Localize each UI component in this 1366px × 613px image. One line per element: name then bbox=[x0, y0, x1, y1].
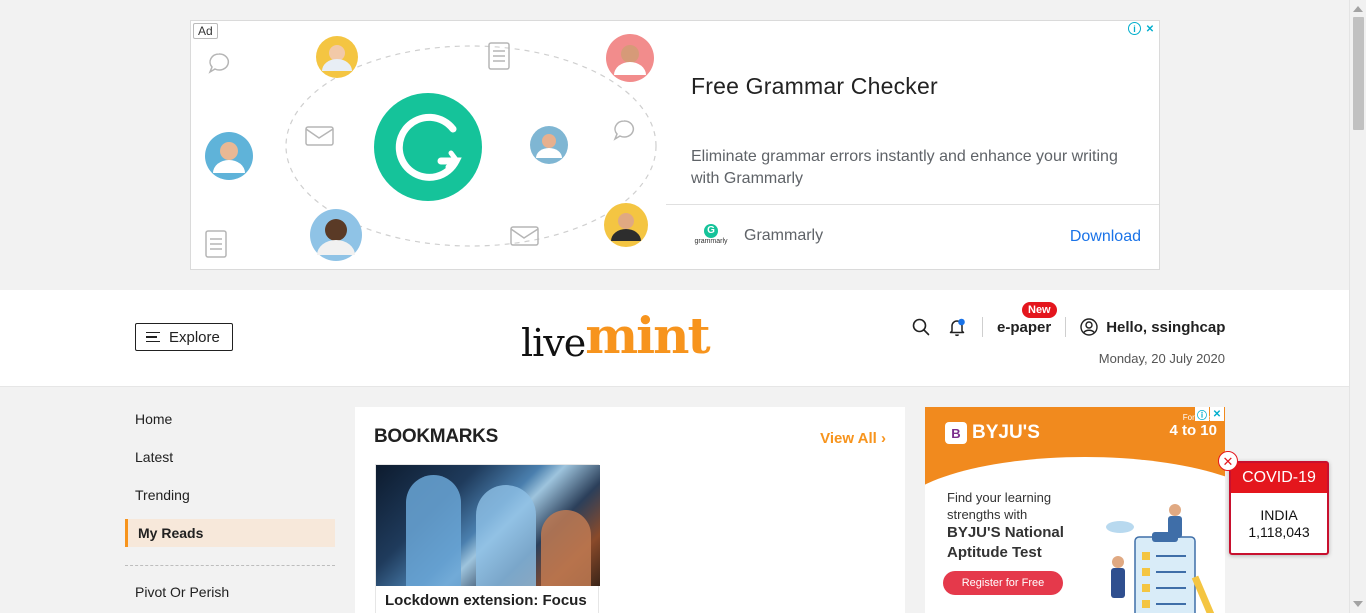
byjus-brand: BYJU'S bbox=[972, 422, 1040, 443]
ad-advertiser-name: Grammarly bbox=[744, 227, 824, 244]
nav-item-home[interactable]: Home bbox=[125, 400, 335, 438]
grammarly-illustration bbox=[205, 34, 657, 261]
nav-item-label: Home bbox=[135, 411, 173, 427]
explore-button[interactable]: Explore bbox=[135, 323, 233, 351]
byjus-bold1: BYJU'S National bbox=[947, 524, 1064, 541]
header-actions: New e-paper Hello, ssinghcap bbox=[910, 301, 1225, 338]
ad-badge: Ad bbox=[193, 23, 218, 39]
ad-close-icon[interactable]: ✕ bbox=[1210, 407, 1224, 421]
byjus-illustration bbox=[1106, 504, 1215, 613]
register-for-free-button[interactable]: Register for Free bbox=[943, 571, 1063, 595]
user-icon bbox=[1080, 318, 1098, 336]
left-navigation: Home Latest Trending My Reads Pivot Or P… bbox=[125, 400, 335, 602]
explore-label: Explore bbox=[169, 328, 220, 346]
ad-info-icon[interactable]: ⓘ bbox=[1195, 407, 1209, 422]
page-scrollbar[interactable] bbox=[1349, 0, 1366, 613]
nav-item-label: Pivot Or Perish bbox=[135, 584, 230, 600]
epaper-link[interactable]: New e-paper bbox=[997, 301, 1057, 336]
ad-info-icon[interactable]: i bbox=[1128, 22, 1141, 35]
ad-headline[interactable]: Free Grammar Checker bbox=[691, 73, 938, 100]
covid-title: COVID-19 bbox=[1231, 463, 1327, 493]
nav-divider bbox=[125, 565, 335, 566]
nav-item-my-reads[interactable]: My Reads bbox=[125, 519, 335, 547]
view-all-label: View All bbox=[820, 430, 877, 447]
covid-tracker-widget[interactable]: COVID-19 INDIA 1,118,043 bbox=[1229, 461, 1329, 555]
view-all-link[interactable]: View All › bbox=[820, 430, 886, 447]
scroll-down-icon[interactable] bbox=[1353, 601, 1363, 607]
new-badge: New bbox=[1022, 301, 1057, 318]
covid-close-icon[interactable]: ✕ bbox=[1218, 451, 1238, 471]
bookmarks-title: BOOKMARKS bbox=[374, 426, 498, 447]
byjus-line1: Find your learning bbox=[947, 490, 1052, 505]
grammarly-logo-icon: G grammarly bbox=[691, 224, 731, 250]
logo-live-text: live bbox=[521, 321, 586, 365]
nav-item-latest[interactable]: Latest bbox=[125, 438, 335, 476]
scroll-up-icon[interactable] bbox=[1353, 6, 1363, 12]
bookmarks-section: BOOKMARKS View All › Lockdown extension:… bbox=[355, 407, 905, 613]
byjus-grade-big: 4 to 10 bbox=[1169, 422, 1217, 439]
ad-close-icon[interactable]: ✕ bbox=[1143, 22, 1157, 36]
ad-choices[interactable]: i ✕ bbox=[1128, 22, 1157, 36]
header-separator bbox=[1065, 317, 1067, 337]
bookmark-card-headline[interactable]: Lockdown extension: Focus bbox=[376, 586, 598, 613]
logo-mint-text: mint bbox=[585, 306, 710, 365]
ad-choices[interactable]: ⓘ ✕ bbox=[1195, 407, 1224, 422]
byjus-bold2: Aptitude Test bbox=[947, 544, 1042, 561]
site-header: Explore live mint New e-paper Hello, ssi… bbox=[0, 290, 1349, 387]
advertiser-logo-text: grammarly bbox=[694, 238, 728, 245]
hamburger-icon bbox=[146, 331, 160, 343]
ad-download-button[interactable]: Download bbox=[1070, 228, 1141, 246]
livemint-logo[interactable]: live mint bbox=[521, 306, 711, 366]
header-separator bbox=[982, 317, 983, 337]
user-account-menu[interactable]: Hello, ssinghcap bbox=[1080, 318, 1225, 336]
byjus-line2: strengths with bbox=[947, 507, 1028, 522]
covid-case-count: 1,118,043 bbox=[1248, 524, 1310, 540]
ad-description: Eliminate grammar errors instantly and e… bbox=[691, 148, 1118, 187]
byjus-logo: B BYJU'S bbox=[945, 422, 1040, 444]
byjus-copy: Find your learning strengths with BYJU'S… bbox=[947, 489, 1064, 563]
nav-item-trending[interactable]: Trending bbox=[125, 476, 335, 514]
bookmark-card[interactable]: Lockdown extension: Focus bbox=[375, 464, 600, 613]
ad-divider bbox=[666, 204, 1159, 205]
epaper-label: e-paper bbox=[997, 318, 1052, 336]
bookmark-card-image bbox=[376, 465, 600, 586]
nav-item-pivot-or-perish[interactable]: Pivot Or Perish bbox=[125, 582, 335, 602]
nav-item-label: Trending bbox=[135, 487, 190, 503]
user-greeting: Hello, ssinghcap bbox=[1106, 318, 1226, 336]
byjus-ad[interactable]: B BYJU'S For Class 4 to 10 ⓘ ✕ Find your… bbox=[925, 407, 1225, 613]
nav-item-label: My Reads bbox=[138, 525, 204, 541]
current-date: Monday, 20 July 2020 bbox=[1098, 351, 1225, 366]
covid-country: INDIA bbox=[1260, 507, 1298, 523]
chevron-right-icon: › bbox=[881, 430, 886, 447]
search-icon[interactable] bbox=[910, 316, 932, 338]
scroll-thumb[interactable] bbox=[1353, 17, 1364, 130]
byjus-logo-icon: B bbox=[945, 422, 967, 444]
nav-item-label: Latest bbox=[135, 449, 174, 465]
notification-bell-icon[interactable] bbox=[946, 316, 968, 338]
grammarly-ad-banner[interactable]: Ad i ✕ Free Grammar Checker Eliminate gr… bbox=[190, 20, 1160, 270]
